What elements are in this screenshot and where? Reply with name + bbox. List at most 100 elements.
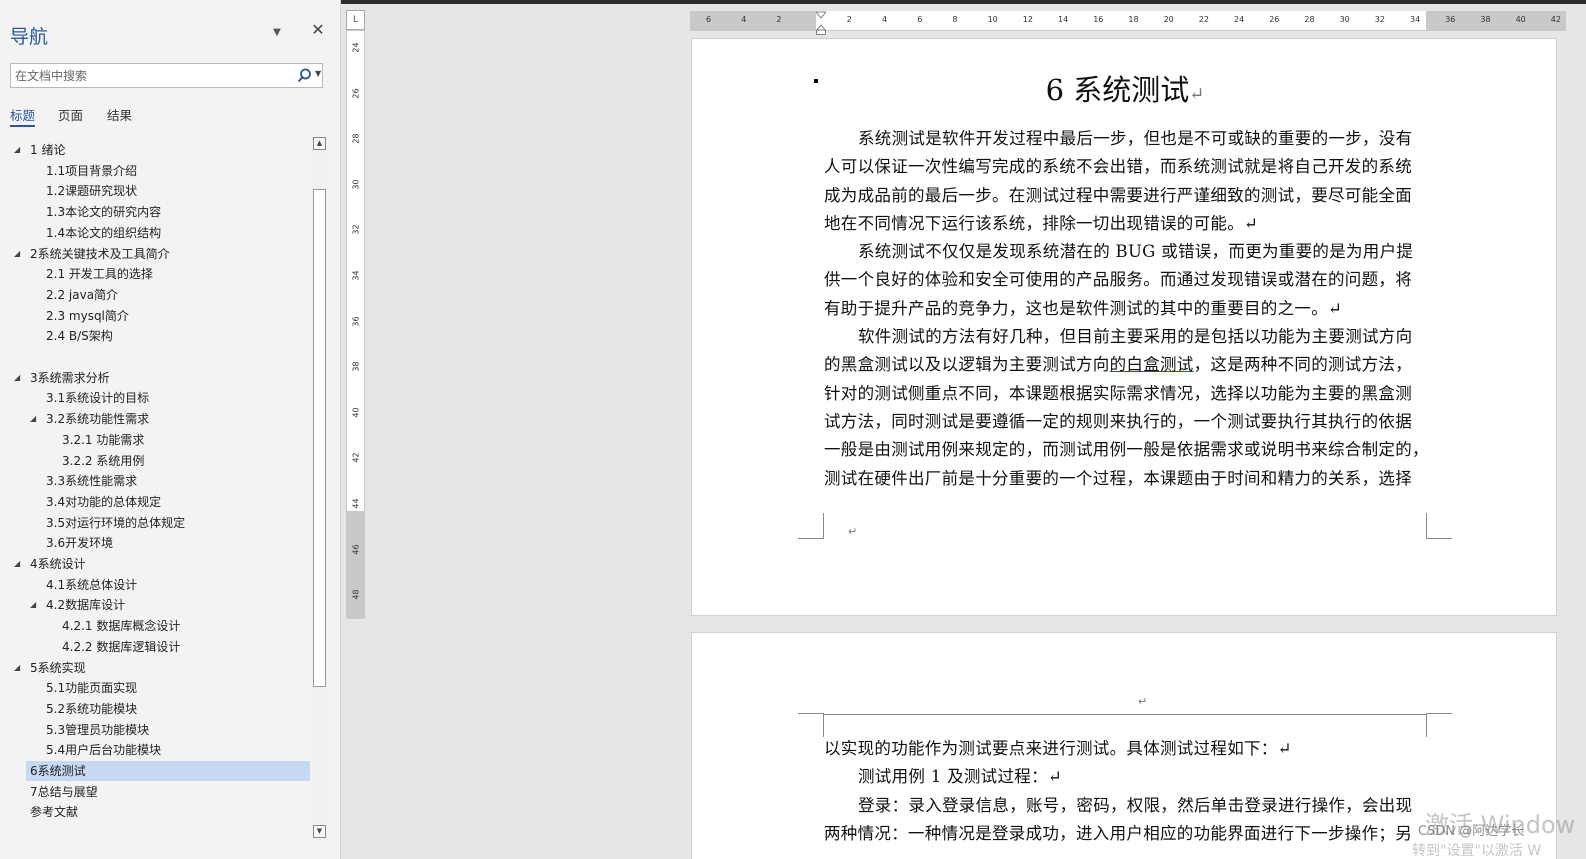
text-line: 系统测试是软件开发过程中最后一步，但也是不可或缺的重要的一步，没有 bbox=[858, 129, 1413, 148]
ruler-number: 36 bbox=[1445, 15, 1456, 24]
ruler-number: 44 bbox=[351, 498, 361, 509]
heading-item[interactable]: 1.1项目背景介绍 bbox=[46, 161, 137, 181]
scroll-thumb[interactable] bbox=[313, 189, 326, 687]
scroll-up-button[interactable]: ▲ bbox=[313, 137, 326, 150]
ruler-number: 24 bbox=[1234, 15, 1245, 24]
ruler-number: 42 bbox=[351, 452, 361, 463]
body-text[interactable]: 系统测试是软件开发过程中最后一步，但也是不可或缺的重要的一步，没有 人可以保证一次… bbox=[824, 125, 1440, 493]
ruler-number: 38 bbox=[1480, 15, 1491, 24]
text-line: 测试在硬件出厂前是十分重要的一个过程，本课题由于时间和精力的关系，选择 bbox=[824, 468, 1412, 488]
close-icon[interactable]: ✕ bbox=[310, 22, 326, 38]
heading-item[interactable]: 3.4对功能的总体规定 bbox=[46, 492, 161, 512]
ruler-number: 2 bbox=[846, 15, 852, 24]
collapse-triangle-icon[interactable]: ◢ bbox=[30, 600, 40, 610]
heading-item[interactable]: 3.6开发环境 bbox=[46, 533, 113, 553]
ruler-number: 42 bbox=[1550, 15, 1561, 24]
heading-item[interactable]: 7总结与展望 bbox=[30, 782, 98, 802]
ruler-number: 38 bbox=[351, 361, 361, 372]
heading-item[interactable]: 1.3本论文的研究内容 bbox=[46, 202, 161, 222]
text-line: 地在不同情况下运行该系统，排除一切出现错误的可能。↵ bbox=[824, 213, 1259, 233]
ruler-number: 6 bbox=[917, 15, 923, 24]
heading-item[interactable]: 5系统实现 bbox=[30, 658, 86, 678]
heading-item[interactable]: 3.5对运行环境的总体规定 bbox=[46, 513, 185, 533]
heading-item[interactable]: 5.2系统功能模块 bbox=[46, 699, 137, 719]
collapse-triangle-icon[interactable]: ◢ bbox=[14, 663, 24, 673]
heading-item[interactable]: 3.2系统功能性需求 bbox=[46, 409, 149, 429]
collapse-triangle-icon[interactable]: ◢ bbox=[14, 145, 24, 155]
ruler-number: 24 bbox=[351, 42, 361, 53]
heading-item[interactable]: 5.4用户后台功能模块 bbox=[46, 740, 161, 760]
document-heading[interactable]: 6 系统测试↵ bbox=[692, 67, 1558, 109]
triangle-down-icon[interactable]: ▼ bbox=[270, 26, 284, 40]
indent-marker-icon[interactable] bbox=[816, 11, 826, 35]
ruler-number: 6 bbox=[706, 15, 712, 24]
text-line: 系统测试不仅仅是发现系统潜在的 BUG 或错误，而更为重要的是为用户提 bbox=[858, 242, 1414, 262]
ruler-number: 30 bbox=[1339, 15, 1350, 24]
heading-item[interactable]: 2.3 mysql简介 bbox=[46, 306, 129, 326]
heading-item[interactable]: 5.3管理员功能模块 bbox=[46, 720, 149, 740]
text-line: 以实现的功能作为测试要点来进行测试。具体测试过程如下：↵ bbox=[824, 739, 1292, 758]
nav-title: 导航 bbox=[10, 26, 49, 48]
vruler-margin-bottom bbox=[347, 511, 364, 619]
vertical-ruler[interactable]: 24 26 28 30 32 34 36 38 40 42 44 46 48 bbox=[346, 10, 365, 619]
document-page-1[interactable]: 6 系统测试↵ 系统测试是软件开发过程中最后一步，但也是不可或缺的重要的一步，没… bbox=[691, 38, 1557, 616]
heading-item[interactable]: 6系统测试 bbox=[26, 761, 310, 781]
heading-item[interactable]: 4.2.1 数据库概念设计 bbox=[62, 616, 180, 636]
pilcrow-mark: ↵ bbox=[1189, 84, 1205, 105]
heading-item[interactable]: 4.1系统总体设计 bbox=[46, 575, 137, 595]
tab-headings[interactable]: 标题 bbox=[10, 105, 36, 127]
heading-item[interactable]: 4.2数据库设计 bbox=[46, 595, 125, 615]
tab-stop-selector[interactable]: L bbox=[346, 10, 365, 30]
pilcrow-mark: ↵ bbox=[1138, 695, 1148, 708]
search-icon[interactable] bbox=[295, 67, 313, 85]
ruler-number: 30 bbox=[351, 179, 361, 190]
ruler-number: 32 bbox=[351, 224, 361, 235]
ruler-number: 10 bbox=[987, 15, 998, 24]
tab-pages[interactable]: 页面 bbox=[58, 105, 83, 124]
ruler-number: 12 bbox=[1022, 15, 1033, 24]
text-line: 供一个良好的体验和安全可使用的产品服务。而通过发现错误或潜在的问题，将 bbox=[824, 270, 1412, 290]
spelling-underline: 的白盒测试 bbox=[1109, 355, 1194, 375]
collapse-triangle-icon[interactable]: ◢ bbox=[14, 559, 24, 569]
ruler-number: 46 bbox=[351, 544, 361, 555]
ruler-number: 2 bbox=[776, 15, 782, 24]
crop-mark bbox=[798, 513, 824, 539]
heading-item[interactable]: 1 绪论 bbox=[30, 140, 65, 160]
collapse-triangle-icon[interactable]: ◢ bbox=[14, 249, 24, 259]
heading-item[interactable]: 3.2.2 系统用例 bbox=[62, 451, 144, 471]
nav-scrollbar[interactable]: ▲ ▼ bbox=[312, 137, 327, 840]
search-input[interactable] bbox=[15, 66, 285, 85]
heading-item[interactable]: 3系统需求分析 bbox=[30, 368, 110, 388]
heading-item[interactable]: 3.1系统设计的目标 bbox=[46, 388, 149, 408]
heading-item[interactable]: 1.4本论文的组织结构 bbox=[46, 223, 161, 243]
heading-item[interactable]: 2.4 B/S架构 bbox=[46, 326, 113, 346]
heading-item[interactable]: 2.1 开发工具的选择 bbox=[46, 264, 153, 284]
heading-item[interactable]: 3.2.1 功能需求 bbox=[62, 430, 144, 450]
text-line: 测试用例 1 及测试过程：↵ bbox=[858, 767, 1063, 787]
heading-item[interactable]: 4系统设计 bbox=[30, 554, 86, 574]
crop-mark bbox=[1426, 513, 1452, 539]
collapse-triangle-icon[interactable]: ◢ bbox=[30, 414, 40, 424]
crop-mark bbox=[798, 713, 824, 737]
heading-item[interactable]: 2系统关键技术及工具简介 bbox=[30, 244, 170, 264]
scroll-down-button[interactable]: ▼ bbox=[313, 825, 326, 838]
collapse-triangle-icon[interactable]: ◢ bbox=[14, 373, 24, 383]
pilcrow-mark: ↵ bbox=[848, 525, 858, 538]
ruler-number: 14 bbox=[1058, 15, 1069, 24]
body-text[interactable]: 以实现的功能作为测试要点来进行测试。具体测试过程如下：↵ 测试用例 1 及测试过程… bbox=[824, 735, 1440, 848]
heading-item[interactable]: 3.3系统性能需求 bbox=[46, 471, 137, 491]
nav-search-box[interactable]: ▼ bbox=[10, 63, 323, 88]
ruler-number: 18 bbox=[1128, 15, 1139, 24]
heading-item[interactable]: 5.1功能页面实现 bbox=[46, 678, 137, 698]
ruler-number: 34 bbox=[1410, 15, 1421, 24]
text-line: 的黑盒测试以及以逻辑为主要测试方向的白盒测试，这是两种不同的测试方法， bbox=[824, 355, 1413, 375]
tab-results[interactable]: 结果 bbox=[107, 105, 132, 124]
heading-item[interactable]: 2.2 java简介 bbox=[46, 285, 118, 305]
chevron-down-icon[interactable]: ▼ bbox=[315, 69, 321, 78]
heading-item[interactable]: 1.2课题研究现状 bbox=[46, 181, 137, 201]
ruler-number: 4 bbox=[882, 15, 888, 24]
text-line: 成为成品前的最后一步。在测试过程中需要进行严谨细致的测试，要尽可能全面 bbox=[824, 185, 1412, 205]
heading-item[interactable]: 4.2.2 数据库逻辑设计 bbox=[62, 637, 180, 657]
heading-item[interactable]: 参考文献 bbox=[30, 802, 78, 822]
activation-watermark-sub: 转到"设置"以激活 W bbox=[1412, 843, 1542, 859]
